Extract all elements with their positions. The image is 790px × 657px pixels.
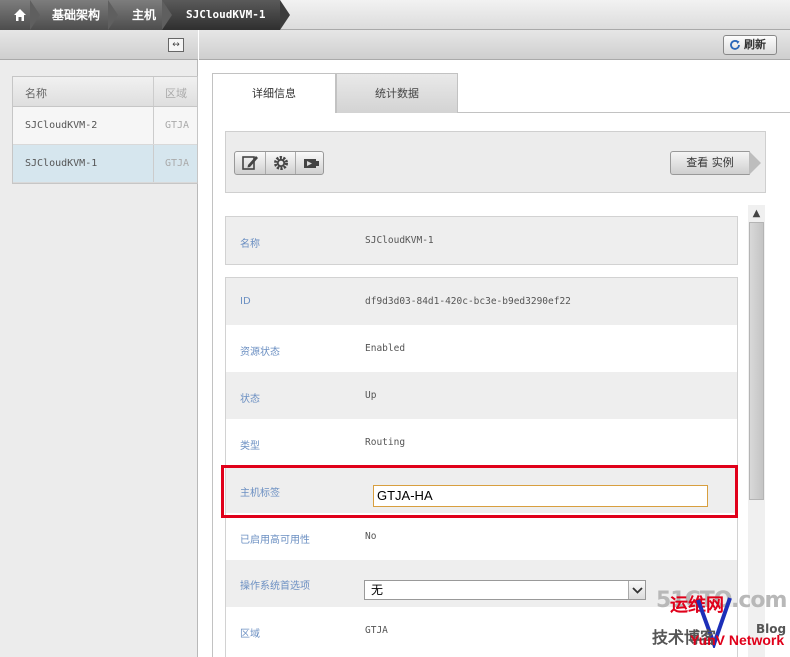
column-divider bbox=[153, 145, 154, 182]
breadcrumb: 基础架构 主机 SJCloudKVM-1 bbox=[0, 0, 790, 30]
action-bar: 查看 实例 bbox=[225, 131, 766, 193]
site-watermark: 51CTO.com 运维网 技术博客 Blog YunV Network bbox=[652, 588, 787, 648]
edit-icon bbox=[242, 156, 258, 170]
host-name-cell: SJCloudKVM-1 bbox=[25, 158, 98, 169]
column-divider bbox=[153, 77, 154, 106]
maintenance-icon bbox=[304, 159, 319, 168]
host-name-block: 名称 SJCloudKVM-1 bbox=[225, 216, 738, 265]
breadcrumb-arrow bbox=[108, 0, 118, 30]
detail-row-id: ID df9d3d03-84d1-420c-bc3e-b9ed3290ef22 bbox=[226, 278, 737, 325]
breadcrumb-current-host: SJCloudKVM-1 bbox=[162, 0, 280, 30]
left-toolbar: ↔ bbox=[0, 30, 198, 60]
tab-statistics[interactable]: 统计数据 bbox=[336, 73, 458, 113]
column-header-zone[interactable]: 区域 bbox=[165, 85, 187, 101]
detail-label: 类型 bbox=[240, 441, 260, 452]
breadcrumb-arrow bbox=[162, 0, 172, 30]
refresh-button[interactable]: 刷新 bbox=[723, 35, 777, 55]
table-row-selected[interactable]: SJCloudKVM-1 GTJA bbox=[13, 145, 197, 183]
scroll-up-icon[interactable]: ▲ bbox=[748, 205, 765, 222]
detail-row-resource-state: 资源状态 Enabled bbox=[226, 325, 737, 372]
host-list-pane: ↔ 名称 区域 SJCloudKVM-2 GTJA SJCloudKVM-1 G… bbox=[0, 30, 198, 657]
settings-button[interactable] bbox=[265, 152, 295, 174]
refresh-icon bbox=[730, 40, 740, 50]
detail-row-type: 类型 Routing bbox=[226, 419, 737, 466]
host-zone-cell: GTJA bbox=[165, 158, 190, 169]
action-button-group bbox=[234, 151, 324, 175]
detail-label: 资源状态 bbox=[240, 347, 280, 358]
detail-value: SJCloudKVM-1 bbox=[365, 235, 434, 246]
right-toolbar: 刷新 bbox=[199, 30, 790, 60]
edit-button[interactable] bbox=[235, 152, 265, 174]
gear-icon bbox=[274, 156, 288, 170]
detail-row-ha-enabled: 已启用高可用性 No bbox=[226, 513, 737, 560]
breadcrumb-arrow bbox=[280, 0, 290, 30]
detail-label: 区域 bbox=[240, 629, 260, 640]
detail-label: 操作系统首选项 bbox=[240, 581, 310, 592]
detail-label: ID bbox=[240, 296, 251, 307]
maintenance-button[interactable] bbox=[295, 152, 325, 174]
host-zone-cell: GTJA bbox=[165, 120, 190, 131]
detail-value: No bbox=[365, 531, 377, 542]
column-divider bbox=[153, 107, 154, 144]
detail-label: 状态 bbox=[240, 394, 260, 405]
breadcrumb-infrastructure[interactable]: 基础架构 bbox=[30, 0, 118, 30]
host-name-cell: SJCloudKVM-2 bbox=[25, 120, 98, 131]
scroll-thumb[interactable] bbox=[749, 222, 764, 500]
detail-value: df9d3d03-84d1-420c-bc3e-b9ed3290ef22 bbox=[365, 296, 571, 307]
detail-value: Enabled bbox=[365, 343, 406, 354]
column-header-name[interactable]: 名称 bbox=[25, 85, 47, 101]
breadcrumb-arrow bbox=[30, 0, 40, 30]
tab-details[interactable]: 详细信息 bbox=[212, 73, 336, 113]
view-instances-button[interactable]: 查看 实例 bbox=[670, 151, 750, 175]
chevron-down-icon[interactable] bbox=[628, 581, 645, 599]
home-icon bbox=[14, 9, 26, 21]
detail-value: Routing bbox=[365, 437, 406, 448]
host-list: 名称 区域 SJCloudKVM-2 GTJA SJCloudKVM-1 GTJ… bbox=[12, 76, 198, 184]
os-preference-selected: 无 bbox=[371, 583, 384, 597]
detail-row-name: 名称 SJCloudKVM-1 bbox=[226, 217, 737, 264]
expand-horizontal-icon[interactable]: ↔ bbox=[168, 38, 184, 52]
highlight-box bbox=[221, 465, 738, 518]
table-row[interactable]: SJCloudKVM-2 GTJA bbox=[13, 107, 197, 145]
detail-row-state: 状态 Up bbox=[226, 372, 737, 419]
detail-value: GTJA bbox=[365, 625, 388, 636]
detail-value: Up bbox=[365, 390, 377, 401]
os-preference-select[interactable]: 无 bbox=[364, 580, 646, 600]
detail-label: 名称 bbox=[240, 239, 260, 250]
host-list-header: 名称 区域 bbox=[13, 77, 197, 107]
detail-label: 已启用高可用性 bbox=[240, 535, 310, 546]
view-instances-arrow bbox=[749, 151, 761, 175]
